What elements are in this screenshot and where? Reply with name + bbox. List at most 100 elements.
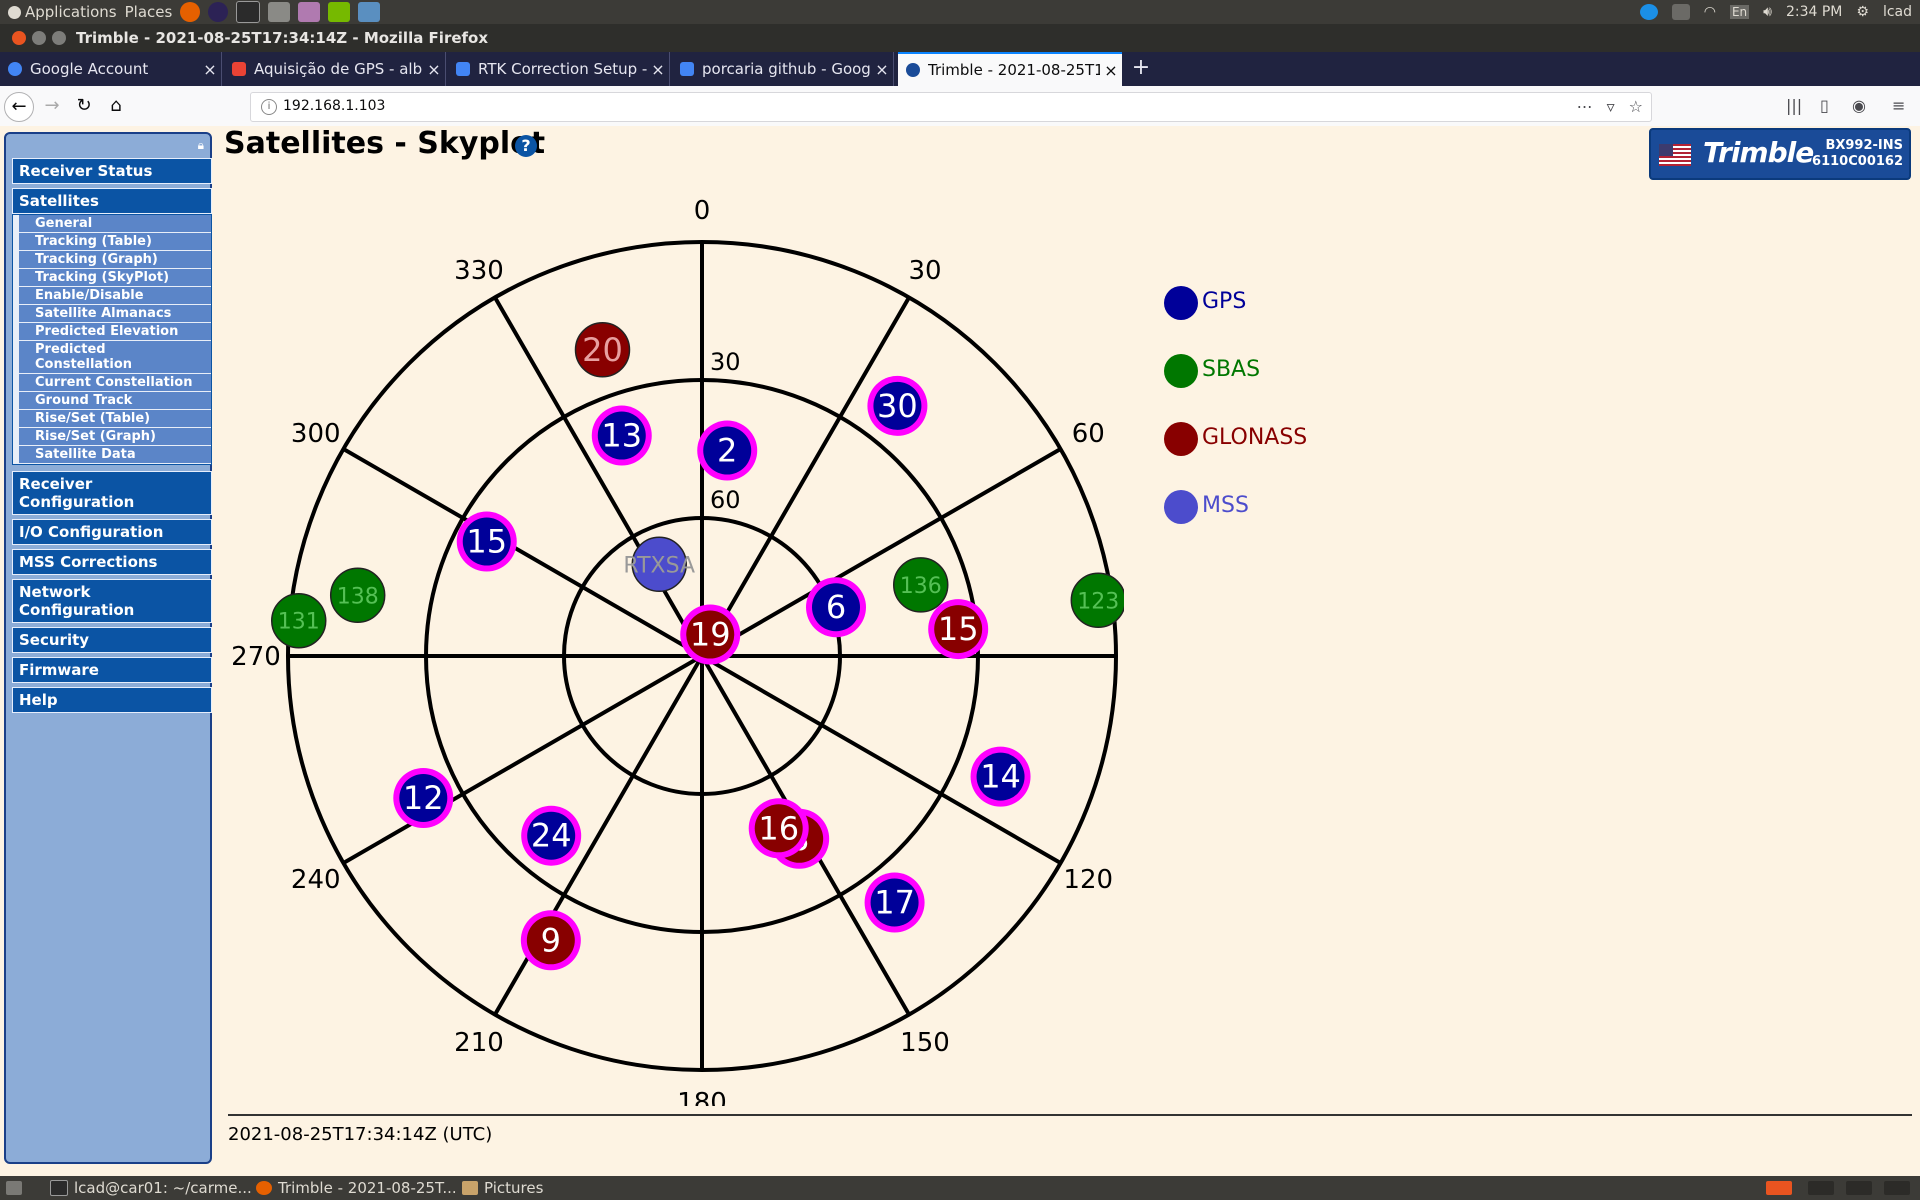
workspace-switcher-icon[interactable] — [1766, 1176, 1792, 1200]
submenu-rise-set-table[interactable]: Rise/Set (Table) — [19, 410, 211, 428]
menu-firmware[interactable]: Firmware — [12, 657, 212, 683]
submenu-current-constellation[interactable]: Current Constellation — [19, 374, 211, 392]
satellite-sbas-136: 136 — [892, 557, 949, 613]
workspace-2-icon[interactable] — [1808, 1176, 1834, 1200]
screenshot-launcher-icon[interactable] — [358, 2, 381, 22]
submenu-rise-set-graph[interactable]: Rise/Set (Graph) — [19, 428, 211, 446]
username[interactable]: lcad — [1883, 4, 1912, 20]
lock-icon[interactable]: 🔒︎ — [198, 138, 204, 153]
menu-io-configuration[interactable]: I/O Configuration — [12, 519, 212, 545]
tab-rtk-correction[interactable]: RTK Correction Setup - G × — [448, 52, 670, 86]
menu-network-configuration[interactable]: Network Configuration — [12, 579, 212, 623]
back-button[interactable]: ← — [4, 92, 34, 122]
taskbar-pictures[interactable]: Pictures — [462, 1176, 543, 1200]
maximize-window-button[interactable] — [52, 31, 66, 45]
workspace-3-icon[interactable] — [1846, 1176, 1872, 1200]
keyboard-tray-icon[interactable] — [1671, 4, 1690, 20]
submenu-tracking-skyplot[interactable]: Tracking (SkyPlot) — [19, 269, 211, 287]
bookmark-star-icon[interactable]: ☆ — [1629, 97, 1643, 116]
taskbar-firefox[interactable]: Trimble - 2021-08-25T... — [256, 1176, 457, 1200]
show-desktop-icon[interactable] — [6, 1176, 22, 1200]
submenu-ground-track[interactable]: Ground Track — [19, 392, 211, 410]
taskbar-terminal[interactable]: lcad@car01: ~/carme... — [50, 1176, 252, 1200]
site-info-icon[interactable]: i — [261, 99, 277, 115]
satellite-gps-14: 14 — [970, 746, 1031, 807]
keyboard-layout[interactable]: En — [1729, 5, 1750, 19]
clock[interactable]: 2:34 PM — [1786, 4, 1842, 20]
menu-security[interactable]: Security — [12, 627, 212, 653]
satellite-glonass-16: 16 — [748, 798, 809, 859]
close-tab-icon[interactable]: × — [423, 60, 445, 79]
settings-gear-icon[interactable]: ⚙ — [1856, 4, 1869, 20]
account-icon[interactable]: ◉ — [1852, 96, 1866, 115]
home-button[interactable]: ⌂ — [102, 92, 130, 120]
places-menu[interactable]: Places — [125, 3, 173, 21]
legend-label: GPS — [1202, 289, 1247, 314]
elevation-tick-label: 30 — [710, 348, 741, 376]
satellite-label: 30 — [877, 387, 918, 425]
library-icon[interactable]: ||| — [1786, 96, 1802, 115]
submenu-tracking-graph[interactable]: Tracking (Graph) — [19, 251, 211, 269]
tab-google-account[interactable]: Google Account × — [0, 52, 222, 86]
menu-receiver-configuration[interactable]: Receiver Configuration — [12, 471, 212, 515]
pocket-icon[interactable]: ▿ — [1607, 97, 1615, 116]
satellite-label: 17 — [874, 883, 915, 921]
forward-button[interactable]: → — [38, 92, 66, 120]
submenu-predicted-constellation[interactable]: Predicted Constellation — [19, 341, 211, 374]
submenu-satellite-almanacs[interactable]: Satellite Almanacs — [19, 305, 211, 323]
satellite-glonass-20: 20 — [574, 322, 631, 378]
menu-help[interactable]: Help — [12, 687, 212, 713]
submenu-tracking-table[interactable]: Tracking (Table) — [19, 233, 211, 251]
google-icon — [8, 62, 22, 76]
menu-receiver-status[interactable]: Receiver Status — [12, 158, 212, 184]
menu-mss-corrections[interactable]: MSS Corrections — [12, 549, 212, 575]
submenu-general[interactable]: General — [19, 215, 211, 233]
menu-hamburger-icon[interactable]: ≡ — [1892, 96, 1905, 115]
eclipse-launcher-icon[interactable] — [208, 2, 229, 22]
tab-porcaria-github[interactable]: porcaria github - Google × — [672, 52, 894, 86]
submenu-enable-disable[interactable]: Enable/Disable — [19, 287, 211, 305]
url-bar[interactable]: i 192.168.1.103 ⋯ ▿ ☆ — [250, 92, 1652, 122]
legend-dot — [1164, 286, 1198, 320]
close-window-button[interactable] — [12, 31, 26, 45]
satellite-gps-12: 12 — [393, 768, 454, 829]
minimize-window-button[interactable] — [32, 31, 46, 45]
satellite-gps-2: 2 — [697, 420, 758, 481]
firefox-launcher-icon[interactable] — [180, 2, 201, 22]
docs-icon — [680, 62, 694, 76]
satellite-label: 6 — [826, 588, 846, 626]
applications-label: Applications — [25, 3, 117, 21]
legend-label: SBAS — [1202, 357, 1261, 382]
page-actions-icon[interactable]: ⋯ — [1577, 97, 1593, 116]
tab-trimble[interactable]: Trimble - 2021-08-25T17:3 × — [898, 52, 1122, 86]
docs-icon — [456, 62, 470, 76]
volume-icon[interactable]: 🔊︎ — [1763, 4, 1772, 20]
satellite-sbas-138: 138 — [329, 567, 386, 624]
tab-aquisicao-gps[interactable]: Aquisição de GPS - alber × — [224, 52, 446, 86]
new-tab-button[interactable]: + — [1126, 52, 1156, 86]
wifi-icon[interactable]: ◠ — [1704, 4, 1716, 20]
nvidia-launcher-icon[interactable] — [328, 2, 351, 22]
terminal-launcher-icon[interactable] — [236, 1, 261, 23]
help-icon[interactable]: ? — [515, 135, 537, 157]
navigation-toolbar: ← → ↻ ⌂ i 192.168.1.103 ⋯ ▿ ☆ ||| ▯ ◉ ≡ — [0, 86, 1920, 127]
close-tab-icon[interactable]: × — [871, 60, 893, 79]
submenu-satellite-data[interactable]: Satellite Data — [19, 446, 211, 464]
applications-menu[interactable]: Applications — [8, 3, 117, 21]
satellite-gps-6: 6 — [806, 577, 867, 638]
close-tab-icon[interactable]: × — [1100, 61, 1122, 80]
menu-satellites[interactable]: Satellites — [12, 188, 212, 214]
video-launcher-icon[interactable] — [298, 2, 321, 22]
folder-icon — [462, 1181, 478, 1195]
calculator-launcher-icon[interactable] — [268, 2, 291, 22]
close-tab-icon[interactable]: × — [199, 60, 221, 79]
reload-button[interactable]: ↻ — [70, 92, 98, 120]
close-tab-icon[interactable]: × — [647, 60, 669, 79]
satellite-label: 15 — [466, 523, 507, 561]
teamviewer-icon[interactable] — [1639, 4, 1658, 20]
workspace-4-icon[interactable] — [1884, 1176, 1910, 1200]
satellite-glonass-15: 15 — [928, 599, 989, 660]
submenu-predicted-elevation[interactable]: Predicted Elevation — [19, 323, 211, 341]
window-titlebar: Trimble - 2021-08-25T17:34:14Z - Mozilla… — [0, 24, 1920, 52]
sidebar-toggle-icon[interactable]: ▯ — [1820, 96, 1829, 115]
